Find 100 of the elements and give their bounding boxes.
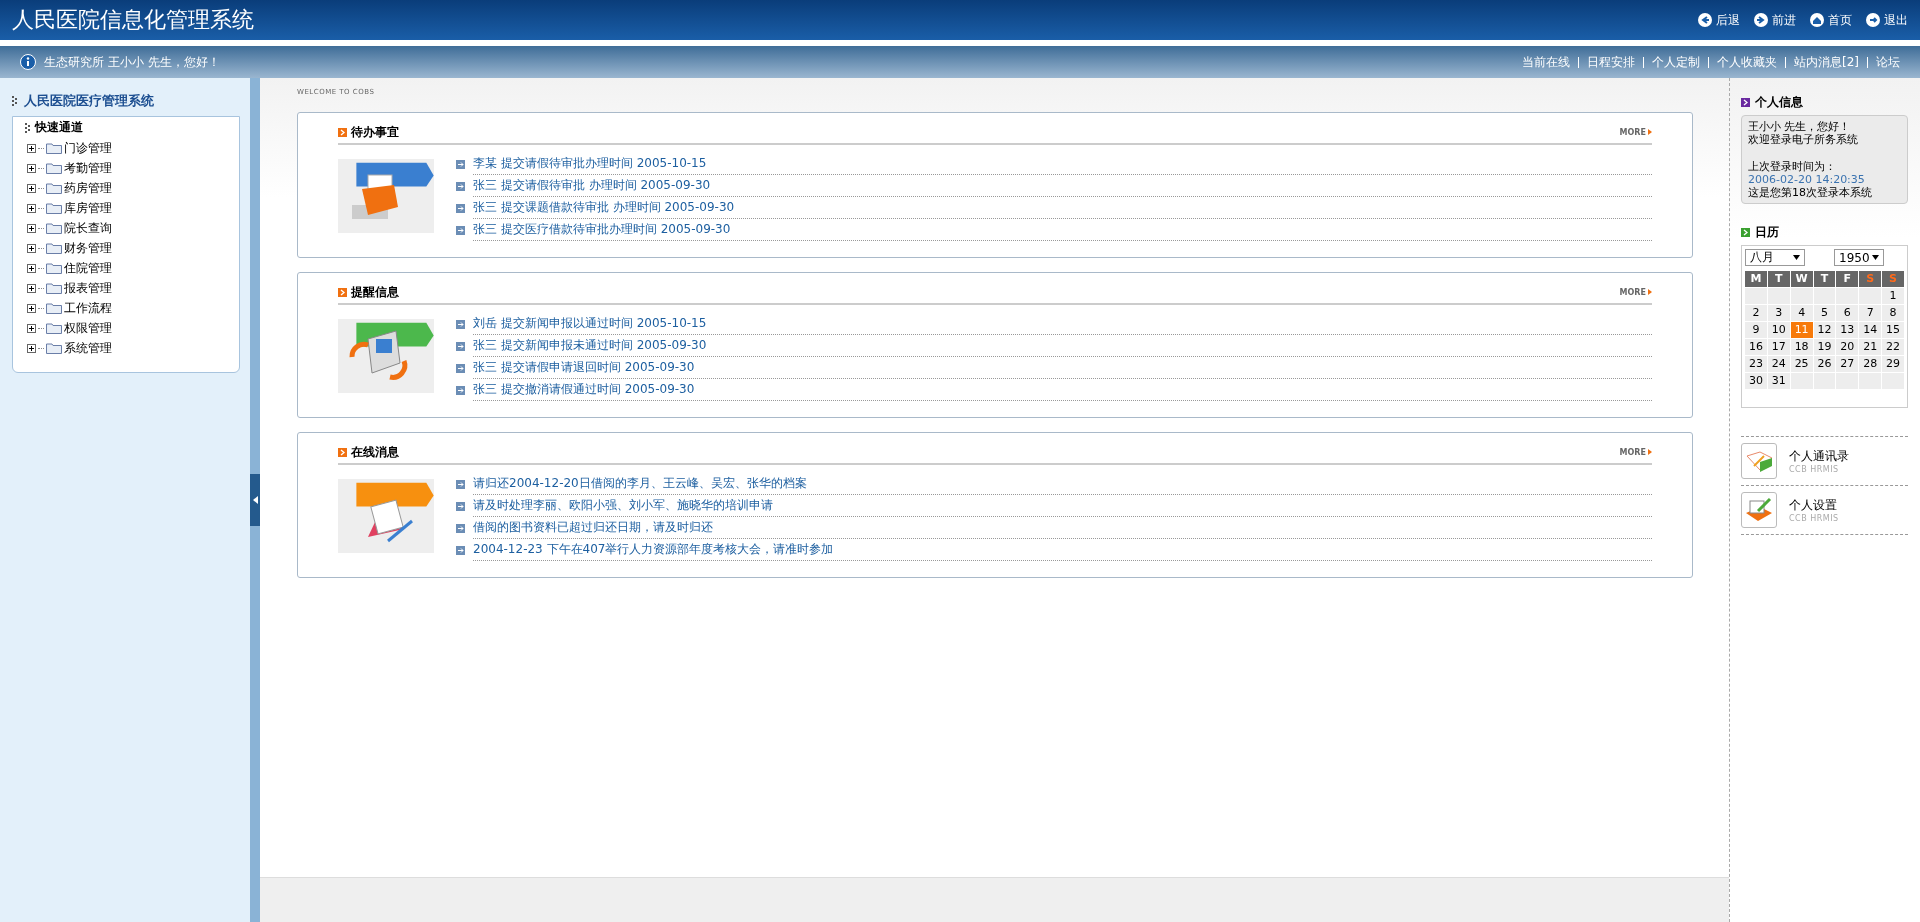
tree-item[interactable]: 药房管理 <box>13 178 239 198</box>
tree-item[interactable]: 工作流程 <box>13 298 239 318</box>
weekday-header: F <box>1836 271 1859 287</box>
caret-icon <box>1648 289 1652 295</box>
list-item-link[interactable]: 请归还2004-12-20日借阅的李月、王云峰、吴宏、张华的档案 <box>473 473 1652 495</box>
calendar-day[interactable]: 19 <box>1813 339 1836 355</box>
list-item-link[interactable]: 张三 提交医疗借款待审批办理时间 2005-09-30 <box>473 219 1652 241</box>
calendar-day[interactable]: 17 <box>1767 339 1790 355</box>
shortcut-link[interactable]: 个人通讯录 CCB HRMIS <box>1741 437 1908 486</box>
calendar-day[interactable]: 8 <box>1882 305 1904 321</box>
calendar-day[interactable]: 27 <box>1836 356 1859 372</box>
calendar-day[interactable]: 16 <box>1745 339 1767 355</box>
list-item-link[interactable]: 张三 提交请假申请退回时间 2005-09-30 <box>473 357 1652 379</box>
bullet-icon <box>338 127 347 137</box>
arrow-bullet-icon <box>456 181 465 191</box>
caret-icon <box>1648 129 1652 135</box>
calendar-day[interactable]: 10 <box>1767 322 1790 338</box>
arrow-bullet-icon <box>456 203 465 213</box>
last-login-label: 上次登录时间为： <box>1748 160 1837 173</box>
calendar-day[interactable]: 4 <box>1790 305 1813 321</box>
calendar-day[interactable]: 29 <box>1882 356 1904 372</box>
tree-item[interactable]: 库房管理 <box>13 198 239 218</box>
list-item-link[interactable]: 请及时处理李丽、欧阳小强、刘小军、施晓华的培训申请 <box>473 495 1652 517</box>
arrow-bullet-icon <box>456 523 465 533</box>
panel-title: 在线消息 <box>351 443 399 461</box>
calendar-day[interactable]: 30 <box>1745 373 1767 389</box>
caret-icon <box>1793 255 1800 260</box>
nav-link[interactable]: 首页 <box>1810 11 1852 29</box>
calendar-day[interactable]: 22 <box>1882 339 1904 355</box>
calendar-day[interactable]: 24 <box>1767 356 1790 372</box>
tree-item[interactable]: 门诊管理 <box>13 138 239 158</box>
more-link[interactable]: MORE <box>1619 287 1652 297</box>
calendar-day[interactable]: 18 <box>1790 339 1813 355</box>
weekday-header: W <box>1790 271 1813 287</box>
list-item-link[interactable]: 张三 提交新闻申报未通过时间 2005-09-30 <box>473 335 1652 357</box>
tree-item[interactable]: 报表管理 <box>13 278 239 298</box>
weekday-header: S <box>1882 271 1904 287</box>
dots-icon <box>25 122 31 133</box>
arrow-bullet-icon <box>456 479 465 489</box>
collapse-handle[interactable] <box>250 474 260 526</box>
nav-link[interactable]: 退出 <box>1866 11 1908 29</box>
calendar-day[interactable]: 1 <box>1882 288 1904 304</box>
folder-icon <box>46 302 62 314</box>
calendar-day[interactable]: 14 <box>1859 322 1882 338</box>
calendar-day[interactable]: 21 <box>1859 339 1882 355</box>
tree-item[interactable]: 考勤管理 <box>13 158 239 178</box>
calendar-day[interactable]: 23 <box>1745 356 1767 372</box>
arrow-bullet-icon <box>456 225 465 235</box>
list-item-link[interactable]: 张三 提交请假待审批 办理时间 2005-09-30 <box>473 175 1652 197</box>
weekday-header: T <box>1813 271 1836 287</box>
calendar-day[interactable]: 31 <box>1767 373 1790 389</box>
tree-item[interactable]: 系统管理 <box>13 338 239 358</box>
year-select[interactable]: 1950 <box>1834 249 1884 266</box>
info-icon <box>20 54 36 70</box>
calendar-day[interactable]: 25 <box>1790 356 1813 372</box>
more-link[interactable]: MORE <box>1619 127 1652 137</box>
calendar-day[interactable]: 26 <box>1813 356 1836 372</box>
calendar-day[interactable]: 9 <box>1745 322 1767 338</box>
bullet-icon <box>338 447 347 457</box>
calendar-day[interactable]: 6 <box>1836 305 1859 321</box>
calendar-day[interactable]: 5 <box>1813 305 1836 321</box>
last-login-time: 2006-02-20 14:20:35 <box>1748 173 1866 186</box>
folder-icon <box>46 202 62 214</box>
calendar-day[interactable]: 28 <box>1859 356 1882 372</box>
arrow-bullet-icon <box>456 545 465 555</box>
list-item-link[interactable]: 借阅的图书资料已超过归还日期，请及时归还 <box>473 517 1652 539</box>
nav-link[interactable]: 前进 <box>1754 11 1796 29</box>
notepad-pencil-icon <box>1741 492 1777 528</box>
tree-item[interactable]: 权限管理 <box>13 318 239 338</box>
calendar-day[interactable]: 7 <box>1859 305 1882 321</box>
list-item-link[interactable]: 张三 提交撤消请假通过时间 2005-09-30 <box>473 379 1652 401</box>
bullet-icon <box>1741 98 1750 107</box>
tree-item[interactable]: 财务管理 <box>13 238 239 258</box>
calendar-day[interactable]: 2 <box>1745 305 1767 321</box>
shortcut-link[interactable]: 个人设置 CCB HRMIS <box>1741 486 1908 535</box>
list-item-link[interactable]: 张三 提交课题借款待审批 办理时间 2005-09-30 <box>473 197 1652 219</box>
calendar-day[interactable]: 3 <box>1767 305 1790 321</box>
nav-link[interactable]: 后退 <box>1698 11 1740 29</box>
tree-item[interactable]: 住院管理 <box>13 258 239 278</box>
arrow-bullet-icon <box>456 159 465 169</box>
tree-item[interactable]: 院长查询 <box>13 218 239 238</box>
more-link[interactable]: MORE <box>1619 447 1652 457</box>
calendar-day[interactable]: 15 <box>1882 322 1904 338</box>
list-item-link[interactable]: 2004-12-23 下午在407举行人力资源部年度考核大会，请准时参加 <box>473 539 1652 561</box>
arrow-bullet-icon <box>456 319 465 329</box>
folder-icon <box>46 182 62 194</box>
month-select[interactable]: 八月 <box>1745 249 1805 266</box>
list-item-link[interactable]: 李某 提交请假待审批办理时间 2005-10-15 <box>473 153 1652 175</box>
user-greeting: 生态研究所 王小小 先生，您好！ <box>44 53 220 71</box>
login-count: 这是您第18次登录本系统 <box>1748 186 1873 199</box>
bullet-icon <box>1741 228 1750 237</box>
calendar-day[interactable]: 12 <box>1813 322 1836 338</box>
calendar-day[interactable]: 13 <box>1836 322 1859 338</box>
section-title: 个人信息 <box>1755 94 1803 111</box>
bullet-icon <box>338 287 347 297</box>
weekday-header: T <box>1767 271 1790 287</box>
profile-greeting: 王小小 先生，您好！ <box>1748 120 1852 133</box>
calendar-day[interactable]: 20 <box>1836 339 1859 355</box>
arrow-bullet-icon <box>456 501 465 511</box>
list-item-link[interactable]: 刘岳 提交新闻申报以通过时间 2005-10-15 <box>473 313 1652 335</box>
